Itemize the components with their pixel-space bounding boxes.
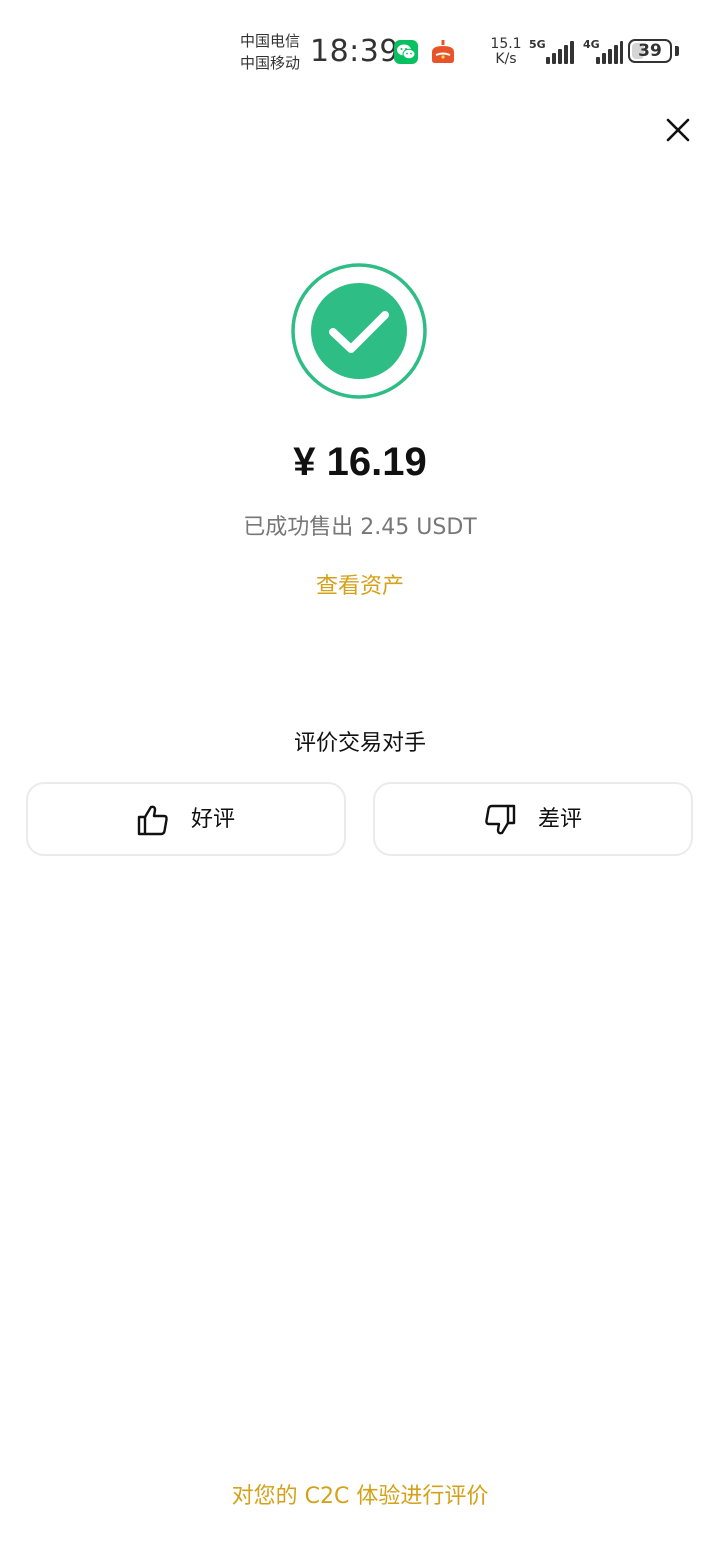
carrier-names: 中国电信 中国移动 <box>240 30 300 74</box>
good-rating-button[interactable]: 好评 <box>26 782 346 856</box>
thumbs-down-icon <box>485 804 516 835</box>
app-notification-icon <box>430 40 456 64</box>
success-check-icon <box>290 262 428 400</box>
battery-tip <box>675 46 679 56</box>
close-button[interactable] <box>658 110 698 150</box>
signal-4g-indicator: 4G <box>583 38 623 66</box>
network-speed-value: 15.1 <box>490 36 522 52</box>
carrier-2: 中国移动 <box>240 54 301 72</box>
wechat-icon <box>394 40 418 64</box>
network-speed-unit: K/s <box>495 51 517 67</box>
thumbs-up-icon <box>137 805 168 836</box>
signal-bars-icon <box>596 41 623 64</box>
rate-counterparty-title: 评价交易对手 <box>293 731 426 756</box>
good-rating-label: 好评 <box>191 807 236 832</box>
network-speed: 15.1 K/s <box>489 37 523 67</box>
rate-experience-link[interactable]: 对您的 C2C 体验进行评价 <box>160 1480 560 1514</box>
status-bar: 中国电信 中国移动 18:39 15.1 K/s 5G 4G 39 <box>0 0 720 100</box>
carrier-1: 中国电信 <box>240 32 301 50</box>
sold-description: 已成功售出 2.45 USDT <box>243 515 477 540</box>
battery-icon: 39 <box>628 39 672 63</box>
amount-value: ¥ 16.19 <box>293 440 427 484</box>
bad-rating-button[interactable]: 差评 <box>373 782 693 856</box>
view-assets-link[interactable]: 查看资产 <box>260 570 460 604</box>
signal-bars-icon <box>546 41 574 64</box>
status-clock: 18:39 <box>310 34 399 69</box>
battery-level-text: 39 <box>638 41 662 61</box>
bad-rating-label: 差评 <box>538 807 583 832</box>
signal-5g-indicator: 5G <box>529 38 577 66</box>
close-icon <box>666 118 690 142</box>
